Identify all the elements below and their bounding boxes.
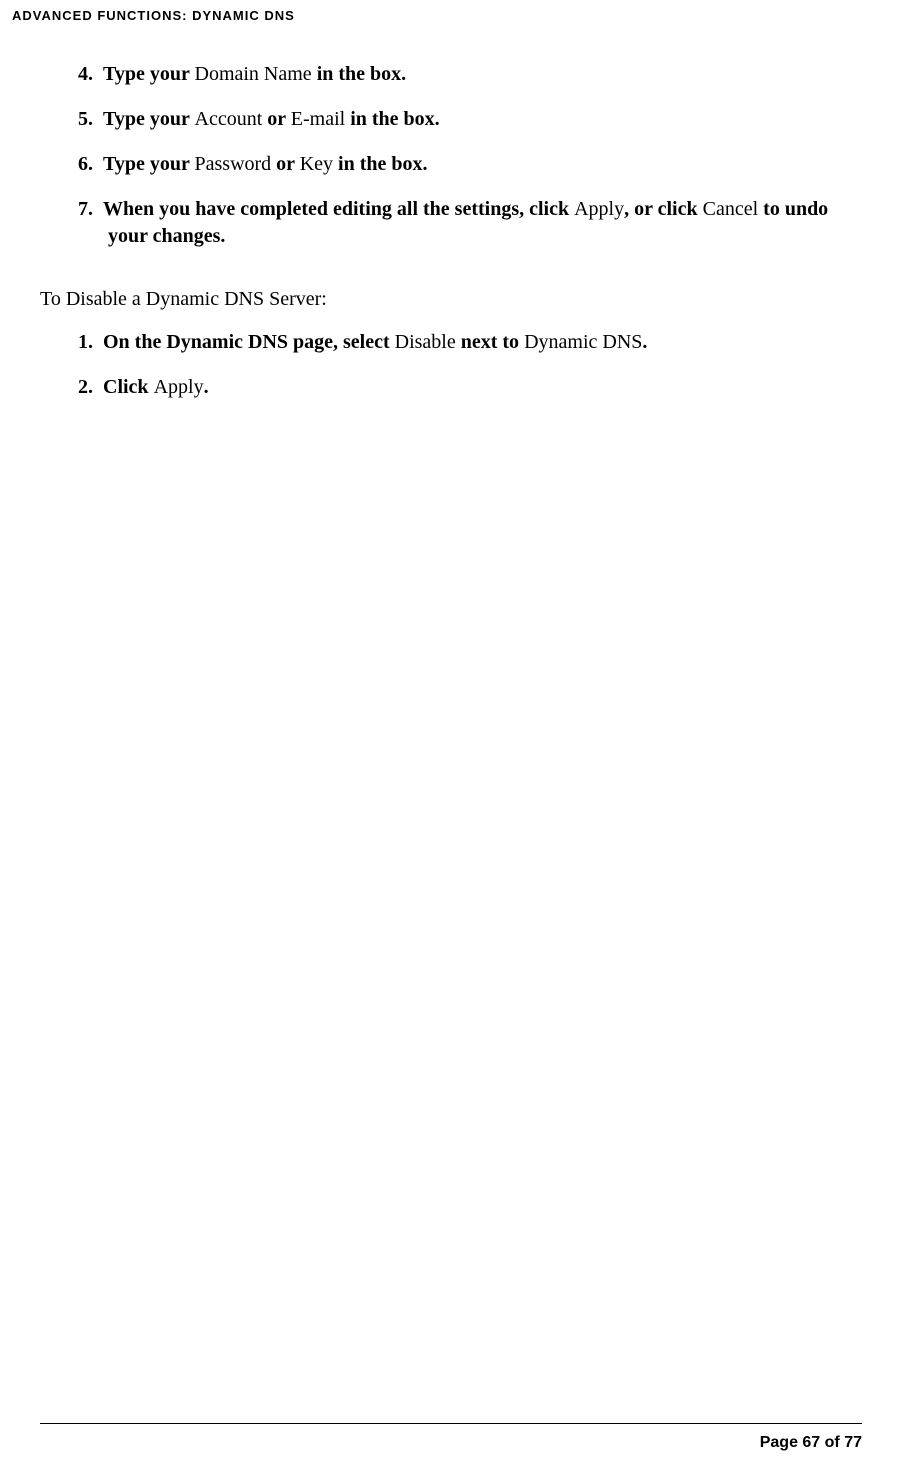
list-item-6: 6. Type your Password or Key in the box. xyxy=(40,151,862,178)
step-text: or xyxy=(267,108,291,130)
list-item-7: 7. When you have completed editing all t… xyxy=(40,196,862,250)
step-value: E-mail xyxy=(291,108,350,130)
step-text: in the box. xyxy=(350,108,439,130)
step-value: Apply xyxy=(574,198,624,220)
step-value: Domain Name xyxy=(195,63,317,85)
page-number: Page 67 of 77 xyxy=(40,1434,862,1452)
instruction-list-2: 1. On the Dynamic DNS page, select Disab… xyxy=(40,329,862,401)
step-value: Key xyxy=(300,153,338,175)
step-value: Disable xyxy=(395,331,461,353)
step-value: Dynamic DNS xyxy=(524,331,642,353)
list-item-4: 4. Type your Domain Name in the box. xyxy=(40,61,862,88)
step-text: in the box. xyxy=(338,153,427,175)
step-text: , or click xyxy=(624,198,703,220)
step-text: Type your xyxy=(103,108,195,130)
page-header: ADVANCED FUNCTIONS: DYNAMIC DNS xyxy=(0,0,902,31)
instruction-list-1: 4. Type your Domain Name in the box. 5. … xyxy=(40,61,862,250)
step-value: Apply xyxy=(154,376,204,398)
list-number: 1. xyxy=(78,331,93,353)
list-item-b1: 1. On the Dynamic DNS page, select Disab… xyxy=(40,329,862,356)
step-text: . xyxy=(204,376,209,398)
list-number: 2. xyxy=(78,376,93,398)
step-value: Cancel xyxy=(703,198,764,220)
step-text: Type your xyxy=(103,63,195,85)
step-text: Click xyxy=(103,376,154,398)
step-text: On the Dynamic DNS page, select xyxy=(103,331,395,353)
step-text: next to xyxy=(461,331,524,353)
step-text: in the box. xyxy=(317,63,406,85)
list-number: 5. xyxy=(78,108,93,130)
document-content: 4. Type your Domain Name in the box. 5. … xyxy=(0,31,902,439)
page-footer: Page 67 of 77 xyxy=(40,1423,862,1452)
footer-divider xyxy=(40,1423,862,1424)
section-heading-disable: To Disable a Dynamic DNS Server: xyxy=(40,288,862,311)
step-text: or xyxy=(276,153,300,175)
step-text: When you have completed editing all the … xyxy=(103,198,574,220)
step-value: Account xyxy=(195,108,268,130)
step-text: . xyxy=(642,331,647,353)
list-number: 6. xyxy=(78,153,93,175)
list-item-b2: 2. Click Apply. xyxy=(40,374,862,401)
list-number: 4. xyxy=(78,63,93,85)
step-value: Password xyxy=(195,153,277,175)
list-number: 7. xyxy=(78,198,93,220)
step-text: Type your xyxy=(103,153,195,175)
list-item-5: 5. Type your Account or E-mail in the bo… xyxy=(40,106,862,133)
